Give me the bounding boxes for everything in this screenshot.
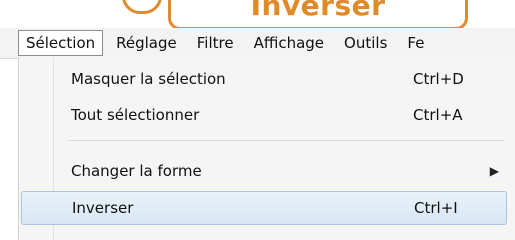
chevron-right-icon: ▶	[489, 164, 499, 178]
menu-bar: Sélection Réglage Filtre Affichage Outil…	[0, 28, 515, 59]
callout-box: Inverser	[168, 0, 468, 30]
menu-item-masquer-selection[interactable]: Masquer la sélection Ctrl+D	[55, 62, 505, 96]
menu-item-label: Inverser	[72, 199, 134, 217]
menu-item-label: Tout sélectionner	[71, 106, 200, 124]
menu-item-changer-forme[interactable]: Changer la forme ▶	[55, 154, 505, 188]
menu-item-inverser[interactable]: Inverser Ctrl+I	[21, 191, 507, 225]
selection-dropdown: Masquer la sélection Ctrl+D Tout sélecti…	[18, 58, 515, 240]
menu-item-shortcut: Ctrl+D	[413, 70, 464, 88]
menu-filtre[interactable]: Filtre	[190, 31, 241, 55]
menu-reglage[interactable]: Réglage	[109, 31, 184, 55]
menu-item-shortcut: Ctrl+I	[414, 199, 458, 217]
callout-text: Inverser	[250, 0, 386, 22]
menu-item-label: Masquer la sélection	[71, 70, 226, 88]
menu-selection[interactable]: Sélection	[18, 30, 104, 56]
menu-item-shortcut: Ctrl+A	[413, 106, 463, 124]
menu-separator	[69, 140, 505, 141]
menu-item-label: Changer la forme	[71, 162, 202, 180]
callout-marker	[122, 0, 162, 14]
menu-fe[interactable]: Fe	[400, 31, 431, 55]
menu-affichage[interactable]: Affichage	[247, 31, 331, 55]
menu-outils[interactable]: Outils	[337, 31, 394, 55]
menu-item-tout-selectionner[interactable]: Tout sélectionner Ctrl+A	[55, 98, 505, 132]
